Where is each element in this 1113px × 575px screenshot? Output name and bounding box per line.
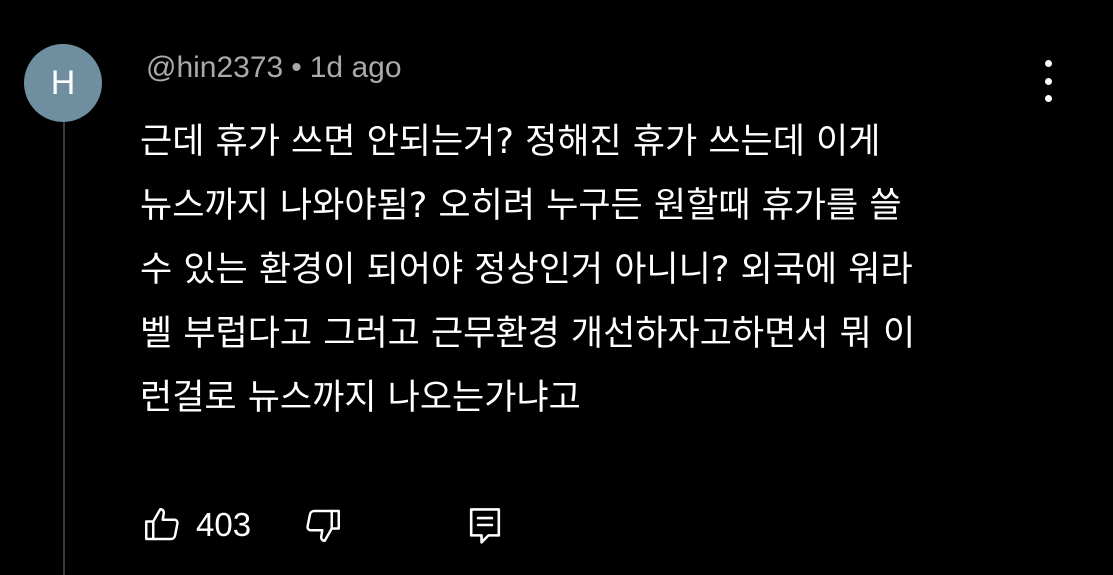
like-count: 403 xyxy=(196,506,252,543)
author-handle[interactable]: @hin2373 xyxy=(146,51,283,85)
comment-line: 수 있는 환경이 되어야 정상인거 아니니? 외국에 워라 xyxy=(140,250,913,290)
comment-reply-icon[interactable] xyxy=(463,503,507,547)
comment-text: 근데 휴가 쓰면 안되는거? 정해진 휴가 쓰는데 이게 뉴스까지 나와야됨? … xyxy=(140,110,1070,430)
comment-line: 근데 휴가 쓰면 안되는거? 정해진 휴가 쓰는데 이게 xyxy=(140,122,881,162)
more-vert-icon[interactable] xyxy=(1030,56,1066,106)
avatar[interactable]: H xyxy=(24,44,102,122)
thumb-up-icon[interactable] xyxy=(140,503,184,547)
more-dot xyxy=(1044,77,1052,85)
comment-line: 뉴스까지 나와야됨? 오히려 누구든 원할때 휴가를 쓸 xyxy=(140,186,902,226)
thread-line xyxy=(63,122,65,575)
comment-line: 런걸로 뉴스까지 나오는가냐고 xyxy=(140,378,581,418)
more-dot xyxy=(1044,95,1052,102)
avatar-letter: H xyxy=(50,63,76,102)
comment-line: 벨 부럽다고 그러고 근무환경 개선하자고하면서 뭐 이 xyxy=(140,314,916,354)
comment-actions: 403 xyxy=(140,500,507,550)
meta-separator: • xyxy=(291,51,302,84)
more-dot xyxy=(1044,60,1052,67)
comment-time[interactable]: 1d ago xyxy=(310,51,402,85)
thumb-down-icon[interactable] xyxy=(301,503,345,547)
comment-meta: @hin2373 • 1d ago xyxy=(146,46,402,90)
